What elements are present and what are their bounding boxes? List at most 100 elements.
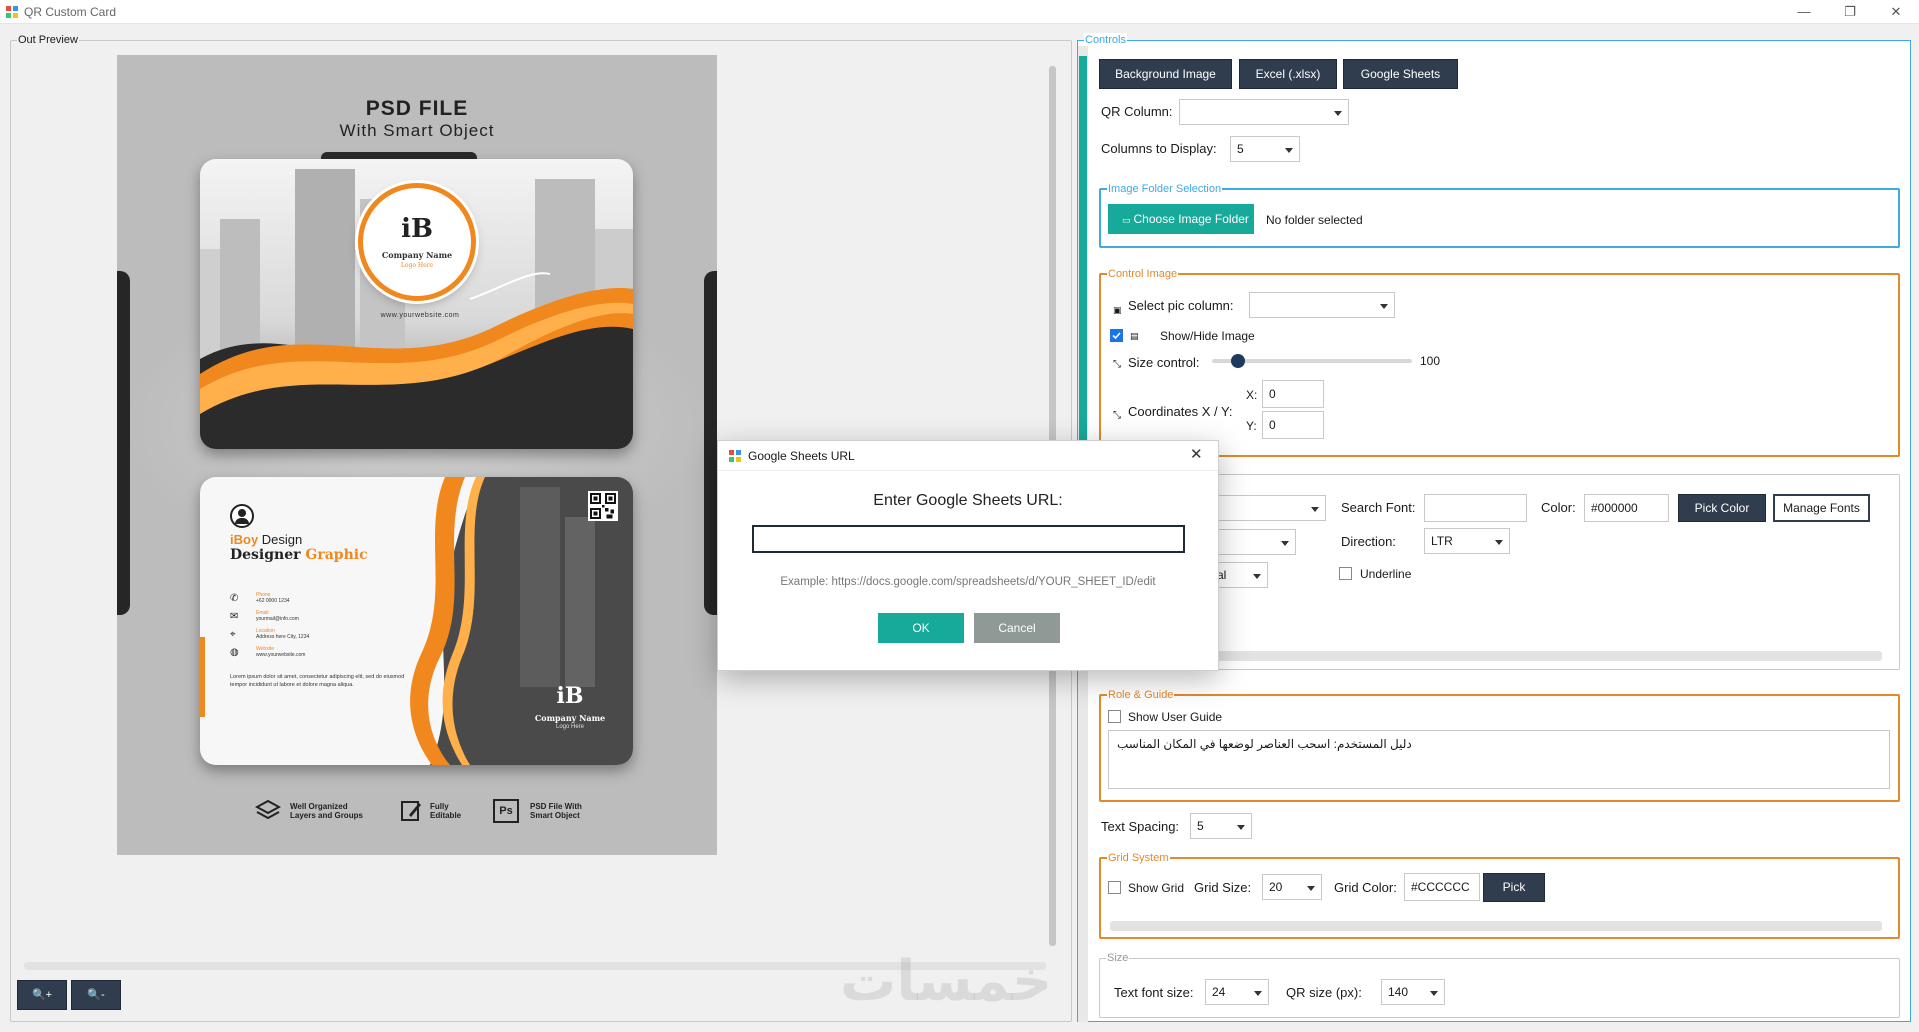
size-group-title: Size	[1106, 951, 1130, 965]
sheets-url-input[interactable]	[752, 525, 1185, 553]
y-coordinate-input[interactable]: 0	[1262, 411, 1324, 439]
font-family-select[interactable]	[1210, 495, 1326, 521]
google-sheets-dialog: Google Sheets URL ✕ Enter Google Sheets …	[717, 440, 1219, 671]
controls-vscroll-thumb[interactable]	[1079, 56, 1087, 446]
qr-code-icon	[588, 491, 618, 521]
maximize-button[interactable]: ❐	[1827, 0, 1873, 24]
dialog-prompt: Enter Google Sheets URL:	[873, 492, 1063, 509]
size-slider-thumb[interactable]	[1230, 354, 1245, 368]
mail-icon: ✉	[230, 611, 239, 622]
user-guide-textarea[interactable]: دليل المستخدم: اسحب العناصر لوضعها في ال…	[1108, 730, 1890, 789]
grid-size-label: Grid Size:	[1194, 880, 1252, 895]
contact-row: ◍ Website www.yourwebsite.com	[230, 645, 350, 663]
size-control-value: 100	[1420, 354, 1441, 368]
grid-pick-button[interactable]: Pick	[1483, 873, 1545, 902]
close-window-button[interactable]: ✕	[1873, 0, 1919, 24]
dialog-title-bar: Google Sheets URL ✕	[718, 441, 1218, 471]
background-image-button[interactable]: Background Image	[1099, 59, 1232, 89]
google-sheets-button[interactable]: Google Sheets	[1343, 59, 1458, 89]
image-folder-title: Image Folder Selection	[1107, 182, 1223, 196]
contact-row: ⌖ Location Address here City, 1234	[230, 627, 350, 645]
card-shadow-right	[704, 271, 717, 615]
size-slider[interactable]	[1212, 354, 1412, 368]
back-brand-a: iBoy	[230, 532, 259, 547]
pic-column-select[interactable]	[1249, 292, 1395, 318]
choose-folder-button[interactable]: ▭ Choose Image Folder	[1108, 204, 1254, 234]
contact-value: www.yourwebsite.com	[256, 652, 306, 658]
back-contacts: ✆ Phone +62 0000 1234 ✉ Email yourmail@info.c…	[230, 591, 350, 663]
card-shadow-left	[117, 271, 130, 615]
phone-icon: ✆	[230, 593, 239, 604]
show-guide-label: Show User Guide	[1128, 710, 1223, 724]
back-role-b: Graphic	[305, 547, 368, 563]
feature-3-line2: Smart Object	[530, 811, 580, 820]
underline-checkbox[interactable]	[1339, 567, 1352, 580]
dialog-cancel-button[interactable]: Cancel	[974, 613, 1060, 643]
grid-system-title: Grid System	[1107, 851, 1170, 865]
back-tagline: Logo Here	[555, 724, 585, 730]
columns-display-select[interactable]: 5	[1230, 136, 1300, 162]
dialog-ok-button[interactable]: OK	[878, 613, 964, 643]
column-icon: ▣	[1113, 305, 1122, 315]
underline-label: Underline	[1360, 567, 1412, 581]
font-style-select[interactable]	[1210, 529, 1296, 555]
manage-fonts-button[interactable]: Manage Fonts	[1773, 494, 1870, 522]
qr-column-select[interactable]	[1179, 99, 1349, 125]
back-company: Company Name	[534, 713, 606, 723]
contact-row: ✆ Phone +62 0000 1234	[230, 591, 350, 609]
color-label: Color:	[1541, 500, 1576, 515]
dialog-app-icon	[729, 450, 741, 462]
ps-icon: Ps	[493, 799, 519, 823]
controls-group-title: Controls	[1084, 33, 1127, 47]
contact-row: ✉ Email yourmail@info.com	[230, 609, 350, 627]
feature-3: Ps PSD File With Smart Object	[493, 797, 613, 825]
feature-1-line2: Layers and Groups	[290, 811, 363, 820]
feature-1-line1: Well Organized	[290, 802, 348, 811]
show-guide-checkbox[interactable]	[1108, 710, 1121, 723]
dialog-close-icon[interactable]: ✕	[1190, 445, 1203, 463]
show-hide-image-label: Show/Hide Image	[1160, 329, 1255, 343]
text-font-size-select[interactable]: 24	[1205, 979, 1269, 1005]
card-title: PSD FILE	[365, 97, 469, 120]
direction-select[interactable]: LTR	[1424, 528, 1510, 554]
text-spacing-select[interactable]: 5	[1190, 813, 1252, 839]
grid-hscroll[interactable]	[1110, 921, 1882, 931]
qr-size-select[interactable]: 140	[1381, 979, 1445, 1005]
zoom-out-button[interactable]: 🔍-	[71, 980, 121, 1010]
pick-color-button[interactable]: Pick Color	[1678, 494, 1766, 522]
zoom-in-button[interactable]: 🔍+	[17, 980, 67, 1010]
contact-value: +62 0000 1234	[256, 598, 290, 604]
control-image-title: Control Image	[1107, 267, 1179, 281]
window-title: QR Custom Card	[24, 5, 117, 19]
title-bar: QR Custom Card — ❐ ✕	[0, 0, 1919, 24]
font-hscroll[interactable]	[1210, 651, 1882, 661]
qr-size-label: QR size (px):	[1286, 985, 1362, 1000]
search-font-label: Search Font:	[1341, 500, 1416, 515]
front-logo: iB	[401, 214, 433, 244]
show-grid-checkbox[interactable]	[1108, 881, 1121, 894]
x-coordinate-input[interactable]: 0	[1262, 380, 1324, 408]
resize-icon: ⤡	[1113, 359, 1121, 370]
excel-button[interactable]: Excel (.xlsx)	[1239, 59, 1337, 89]
preview-group-title: Out Preview	[17, 33, 79, 47]
show-hide-image-checkbox[interactable]	[1110, 329, 1123, 342]
feature-1: Well Organized Layers and Groups	[255, 797, 385, 825]
minimize-button[interactable]: —	[1781, 0, 1827, 24]
color-input[interactable]: #000000	[1584, 494, 1669, 522]
feature-3-line1: PSD File With	[530, 802, 582, 811]
columns-display-label: Columns to Display:	[1101, 141, 1217, 156]
feature-2-line1: Fully	[430, 802, 449, 811]
x-label: X:	[1246, 388, 1258, 402]
front-tagline: Logo Here	[400, 262, 434, 269]
front-company: Company Name	[381, 250, 453, 260]
back-logo: iB	[556, 683, 584, 709]
layers-icon	[255, 799, 281, 820]
back-brand-b: Design	[258, 532, 303, 547]
coordinates-label: Coordinates X / Y:	[1128, 404, 1233, 419]
grid-size-select[interactable]: 20	[1262, 874, 1322, 900]
show-grid-label: Show Grid	[1128, 881, 1185, 895]
dialog-example: Example: https://docs.google.com/spreads…	[780, 576, 1156, 588]
search-font-input[interactable]	[1424, 494, 1527, 522]
grid-color-input[interactable]: #CCCCCC	[1404, 873, 1480, 901]
app-icon	[6, 6, 18, 18]
